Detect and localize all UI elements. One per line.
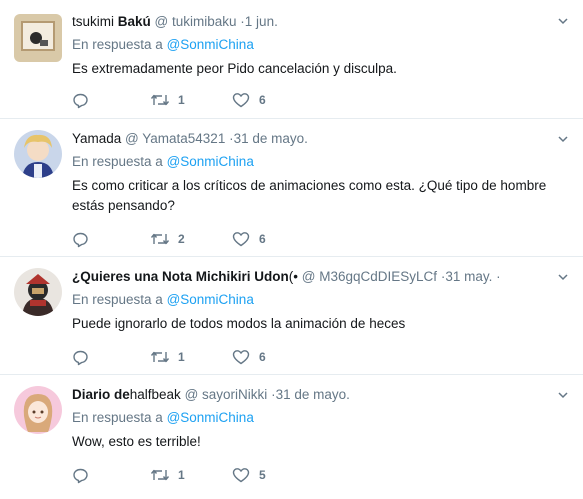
chevron-down-icon[interactable] (557, 133, 569, 145)
retweet-icon (150, 233, 170, 245)
retweet-button[interactable]: 1 (150, 349, 232, 365)
display-name[interactable]: Yamada (72, 131, 121, 146)
heart-icon (232, 93, 250, 108)
reply-context: En respuesta a @SonmiChina (72, 153, 553, 171)
heart-icon (232, 468, 250, 483)
avatar[interactable] (14, 386, 62, 434)
reply-prefix: En respuesta a (72, 410, 163, 425)
reply-context: En respuesta a @SonmiChina (72, 36, 553, 54)
like-count: 6 (259, 232, 266, 246)
reply-icon (73, 232, 88, 247)
retweet-icon (150, 351, 170, 363)
tweet-header: tsukimi Bakú @ tukimibaku ·1 jun. (72, 13, 553, 31)
retweet-count: 1 (178, 468, 185, 482)
timestamp[interactable]: 31 may. (445, 269, 492, 284)
reply-context: En respuesta a @SonmiChina (72, 291, 553, 309)
reply-prefix: En respuesta a (72, 292, 163, 307)
tweet-text: Wow, esto es terrible! (72, 434, 201, 449)
tweet-header: Yamada @ Yamata54321 ·31 de mayo. (72, 130, 553, 148)
retweet-button[interactable]: 2 (150, 231, 232, 247)
retweet-button[interactable]: 1 (150, 467, 232, 483)
display-name[interactable]: ¿Quieres una Nota Michikiri Udon(• (72, 269, 298, 284)
tweet-text: Puede ignorarlo de todos modos la animac… (72, 316, 406, 331)
user-handle[interactable]: @ sayoriNikki (185, 387, 268, 402)
retweet-icon (150, 94, 170, 106)
like-button[interactable]: 6 (232, 349, 292, 365)
reply-to-link[interactable]: @SonmiChina (167, 154, 254, 169)
reply-button[interactable] (72, 231, 150, 248)
chevron-down-icon[interactable] (557, 271, 569, 283)
user-handle[interactable]: @ M36gqCdDIESyLCf (302, 269, 437, 284)
separator-dot: · (492, 269, 501, 284)
like-button[interactable]: 5 (232, 467, 292, 483)
tweet: Yamada @ Yamata54321 ·31 de mayo. En res… (0, 119, 583, 257)
user-handle[interactable]: @ Yamata54321 (125, 131, 225, 146)
retweet-icon (150, 469, 170, 481)
reply-button[interactable] (72, 467, 150, 484)
like-count: 6 (259, 350, 266, 364)
tweet: Diario dehalfbeak @ sayoriNikki ·31 de m… (0, 375, 583, 499)
reply-prefix: En respuesta a (72, 37, 163, 52)
avatar[interactable] (14, 268, 62, 316)
timestamp[interactable]: 1 jun. (245, 14, 278, 29)
reply-button[interactable] (72, 92, 150, 109)
heart-icon (232, 350, 250, 365)
tweet-header: Diario dehalfbeak @ sayoriNikki ·31 de m… (72, 386, 553, 404)
reply-button[interactable] (72, 349, 150, 366)
tweet: tsukimi Bakú @ tukimibaku ·1 jun. En res… (0, 0, 583, 119)
heart-icon (232, 232, 250, 247)
reply-to-link[interactable]: @SonmiChina (167, 410, 254, 425)
reply-icon (73, 350, 88, 365)
avatar[interactable] (14, 14, 62, 62)
timestamp[interactable]: 31 de mayo. (276, 387, 350, 402)
chevron-down-icon[interactable] (557, 15, 569, 27)
avatar[interactable] (14, 130, 62, 178)
tweet-header: ¿Quieres una Nota Michikiri Udon(• @ M36… (72, 268, 553, 286)
reply-to-link[interactable]: @SonmiChina (167, 292, 254, 307)
tweet-text: Es como criticar a los críticos de anima… (72, 178, 547, 213)
retweet-button[interactable]: 1 (150, 92, 232, 108)
like-button[interactable]: 6 (232, 231, 292, 247)
reply-prefix: En respuesta a (72, 154, 163, 169)
retweet-count: 1 (178, 350, 185, 364)
chevron-down-icon[interactable] (557, 389, 569, 401)
tweet-text: Es extremadamente peor Pido cancelación … (72, 61, 397, 76)
reply-context: En respuesta a @SonmiChina (72, 409, 553, 427)
tweet: ¿Quieres una Nota Michikiri Udon(• @ M36… (0, 257, 583, 375)
display-name[interactable]: Diario dehalfbeak (72, 387, 181, 402)
reply-to-link[interactable]: @SonmiChina (167, 37, 254, 52)
retweet-count: 1 (178, 93, 185, 107)
retweet-count: 2 (178, 232, 185, 246)
like-count: 5 (259, 468, 266, 482)
like-button[interactable]: 6 (232, 92, 292, 108)
reply-icon (73, 93, 88, 108)
timestamp[interactable]: 31 de mayo. (234, 131, 308, 146)
reply-icon (73, 468, 88, 483)
user-handle[interactable]: @ tukimibaku (155, 14, 237, 29)
display-name[interactable]: tsukimi Bakú (72, 14, 151, 29)
like-count: 6 (259, 93, 266, 107)
